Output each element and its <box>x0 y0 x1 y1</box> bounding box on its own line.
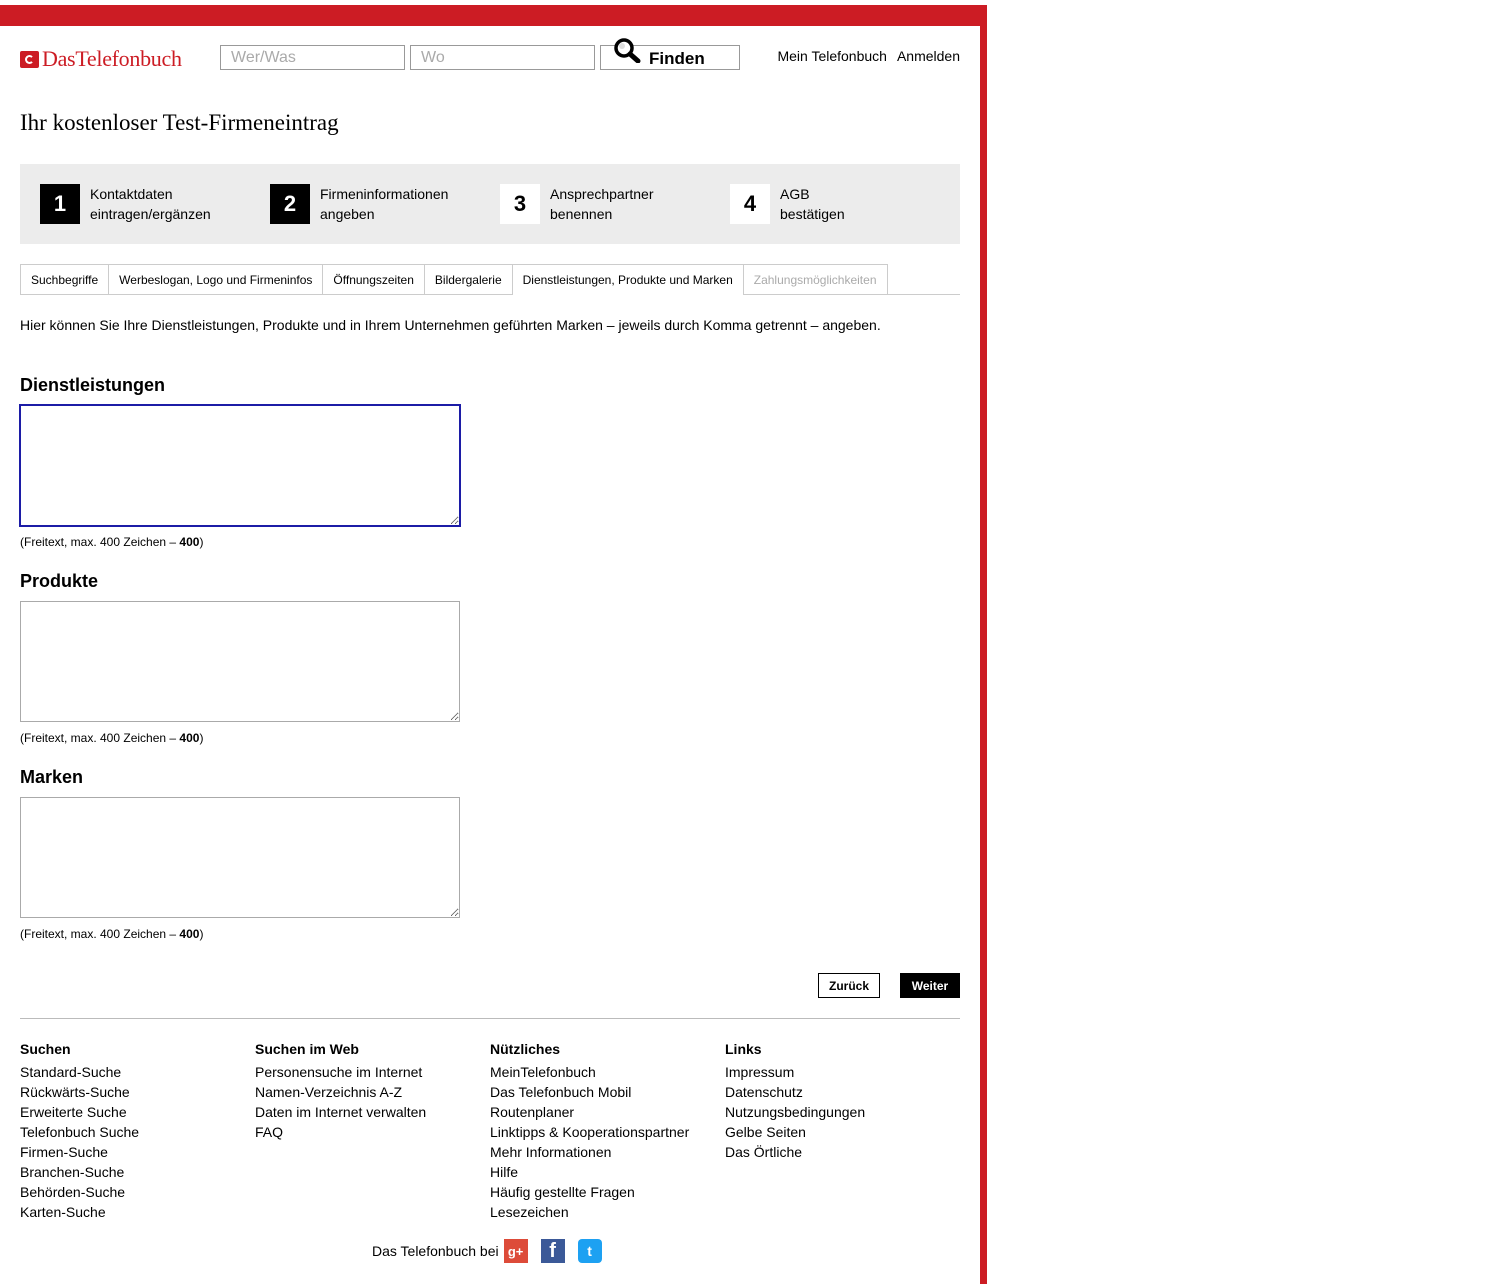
footer-column-title: Nützliches <box>490 1041 561 1057</box>
footer-column-suchen-im-web: Suchen im Web Personensuche im Internet … <box>255 1039 426 1142</box>
step-number: 3 <box>500 184 540 224</box>
progress-steps: 1 Kontaktdaten eintragen/ergänzen 2 Firme… <box>20 164 960 244</box>
google-plus-icon[interactable]: g+ <box>503 1239 528 1263</box>
footer-link[interactable]: Erweiterte Suche <box>20 1102 139 1122</box>
mein-telefonbuch-link[interactable]: Mein Telefonbuch <box>777 48 886 64</box>
find-button-label: Finden <box>649 49 705 68</box>
find-button[interactable]: Finden <box>600 38 740 70</box>
social-bar: Das Telefonbuch bei g+ f t <box>372 1239 602 1263</box>
step-3: 3 Ansprechpartner benennen <box>500 184 700 224</box>
footer-column-links: Links Impressum Datenschutz Nutzungsbedi… <box>725 1039 865 1162</box>
dienstleistungen-hint: (Freitext, max. 400 Zeichen – 400) <box>20 535 204 549</box>
next-button[interactable]: Weiter <box>900 973 960 998</box>
tab-bildergalerie[interactable]: Bildergalerie <box>423 264 513 294</box>
footer-link[interactable]: Personensuche im Internet <box>255 1062 426 1082</box>
login-link[interactable]: Anmelden <box>897 48 960 64</box>
footer-link[interactable]: Standard-Suche <box>20 1062 139 1082</box>
footer-link[interactable]: Telefonbuch Suche <box>20 1122 139 1142</box>
dienstleistungen-textarea[interactable] <box>19 404 461 527</box>
telefonbuch-logo-icon <box>20 50 39 68</box>
footer-link[interactable]: MeinTelefonbuch <box>490 1062 689 1082</box>
footer-link[interactable]: Branchen-Suche <box>20 1162 139 1182</box>
tab-oeffnungszeiten[interactable]: Öffnungszeiten <box>322 264 425 294</box>
footer-link[interactable]: Namen-Verzeichnis A-Z <box>255 1082 426 1102</box>
footer-link[interactable]: Hilfe <box>490 1162 689 1182</box>
logo-text: DasTelefonbuch <box>42 46 182 71</box>
step-1: 1 Kontaktdaten eintragen/ergänzen <box>40 184 240 224</box>
twitter-icon[interactable]: t <box>577 1239 602 1263</box>
tab-zahlungsmoeglichkeiten: Zahlungsmöglichkeiten <box>742 264 888 294</box>
dienstleistungen-title: Dienstleistungen <box>20 375 166 395</box>
tab-dienstleistungen[interactable]: Dienstleistungen, Produkte und Marken <box>511 264 744 295</box>
footer-link[interactable]: Daten im Internet verwalten <box>255 1102 426 1122</box>
marken-title: Marken <box>20 767 84 787</box>
footer-link[interactable]: Impressum <box>725 1062 865 1082</box>
step-number: 4 <box>730 184 770 224</box>
footer-link[interactable]: Häufig gestellte Fragen <box>490 1182 689 1202</box>
footer-link[interactable]: FAQ <box>255 1122 426 1142</box>
footer-link[interactable]: Mehr Informationen <box>490 1142 689 1162</box>
facebook-icon[interactable]: f <box>540 1239 565 1263</box>
step-4: 4 AGB bestätigen <box>730 184 930 224</box>
search-where-input[interactable] <box>410 45 595 70</box>
footer-column-title: Suchen <box>20 1041 71 1057</box>
footer-link[interactable]: Routenplaner <box>490 1102 689 1122</box>
produkte-title: Produkte <box>20 571 99 591</box>
produkte-textarea[interactable] <box>20 601 460 722</box>
top-red-bar <box>0 5 987 26</box>
intro-text: Hier können Sie Ihre Dienstleistungen, P… <box>20 317 881 333</box>
step-number: 1 <box>40 184 80 224</box>
top-links: Mein Telefonbuch Anmelden <box>777 48 960 64</box>
footer-divider <box>20 1018 960 1019</box>
step-label: Ansprechpartner benennen <box>550 186 654 222</box>
footer-link[interactable]: Firmen-Suche <box>20 1142 139 1162</box>
search-what-input[interactable] <box>220 45 405 70</box>
magnifier-icon <box>614 38 641 63</box>
footer-link[interactable]: Lesezeichen <box>490 1202 689 1222</box>
step-label: Firmeninformationen angeben <box>320 186 449 222</box>
footer-link[interactable]: Rückwärts-Suche <box>20 1082 139 1102</box>
footer-link[interactable]: Nutzungsbedingungen <box>725 1102 865 1122</box>
right-red-bar <box>980 5 987 1284</box>
marken-textarea[interactable] <box>20 797 460 918</box>
marken-hint: (Freitext, max. 400 Zeichen – 400) <box>20 927 204 941</box>
step-label: AGB bestätigen <box>780 186 845 222</box>
logo[interactable]: DasTelefonbuch <box>20 46 182 72</box>
footer-link[interactable]: Das Örtliche <box>725 1142 865 1162</box>
footer-link[interactable]: Behörden-Suche <box>20 1182 139 1202</box>
social-text: Das Telefonbuch bei <box>372 1243 499 1259</box>
footer-link[interactable]: Gelbe Seiten <box>725 1122 865 1142</box>
tab-suchbegriffe[interactable]: Suchbegriffe <box>20 264 110 294</box>
step-2: 2 Firmeninformationen angeben <box>270 184 470 224</box>
footer-column-suchen: Suchen Standard-Suche Rückwärts-Suche Er… <box>20 1039 139 1222</box>
step-number: 2 <box>270 184 310 224</box>
footer-link[interactable]: Linktipps & Kooperationspartner <box>490 1122 689 1142</box>
footer-column-title: Suchen im Web <box>255 1041 359 1057</box>
footer-link[interactable]: Das Telefonbuch Mobil <box>490 1082 689 1102</box>
back-button[interactable]: Zurück <box>818 973 880 998</box>
produkte-hint: (Freitext, max. 400 Zeichen – 400) <box>20 731 204 745</box>
tab-bar: Suchbegriffe Werbeslogan, Logo und Firme… <box>20 264 960 295</box>
footer-link[interactable]: Karten-Suche <box>20 1202 139 1222</box>
step-label: Kontaktdaten eintragen/ergänzen <box>90 186 211 222</box>
footer-column-title: Links <box>725 1041 762 1057</box>
page-title: Ihr kostenloser Test-Firmeneintrag <box>20 110 339 135</box>
tab-werbeslogan[interactable]: Werbeslogan, Logo und Firmeninfos <box>108 264 324 294</box>
footer-column-nuetzliches: Nützliches MeinTelefonbuch Das Telefonbu… <box>490 1039 689 1222</box>
footer-link[interactable]: Datenschutz <box>725 1082 865 1102</box>
